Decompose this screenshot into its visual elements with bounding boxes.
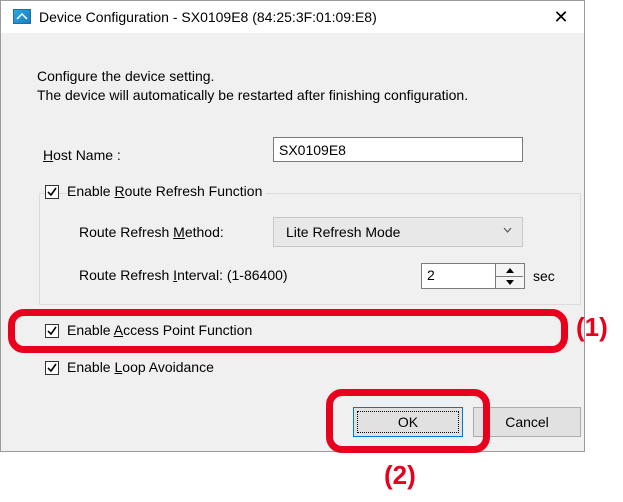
chevron-down-icon: [503, 225, 512, 236]
highlight-ok-button: [326, 389, 490, 453]
intro-line-2: The device will automatically be restart…: [37, 87, 469, 103]
close-icon: ✕: [553, 6, 569, 27]
route-refresh-method-value: Lite Refresh Mode: [286, 224, 401, 240]
intro-text: Configure the device setting. The device…: [37, 67, 468, 105]
route-refresh-interval-label: Route Refresh Interval: (1-86400): [79, 267, 288, 283]
enable-route-refresh-label[interactable]: Enable Route Refresh Function: [67, 183, 267, 199]
interval-unit-label: sec: [533, 268, 555, 284]
route-refresh-interval-spinner[interactable]: 2: [421, 263, 525, 289]
enable-loop-avoidance-label[interactable]: Enable Loop Avoidance: [67, 359, 214, 375]
route-refresh-interval-value[interactable]: 2: [427, 267, 435, 283]
checkmark-icon: [47, 363, 57, 373]
device-config-app-icon: [13, 9, 31, 24]
route-refresh-method-label: Route Refresh Method:: [79, 224, 224, 240]
host-name-label: Host Name :: [43, 147, 121, 163]
spin-down-icon[interactable]: [496, 276, 523, 288]
cancel-button-label: Cancel: [505, 414, 549, 430]
route-refresh-method-select[interactable]: Lite Refresh Mode: [273, 217, 523, 247]
close-button[interactable]: ✕: [538, 1, 584, 33]
callout-1-label: (1): [576, 312, 608, 342]
device-configuration-dialog: Device Configuration - SX0109E8 (84:25:3…: [0, 0, 585, 452]
enable-loop-avoidance-checkbox[interactable]: [45, 361, 59, 375]
callout-2-label: (2): [384, 460, 416, 490]
spinner-buttons: [495, 264, 524, 288]
title-bar[interactable]: Device Configuration - SX0109E8 (84:25:3…: [1, 1, 584, 33]
checkmark-icon: [47, 187, 57, 197]
highlight-access-point: [8, 309, 568, 353]
intro-line-1: Configure the device setting.: [37, 68, 215, 84]
enable-route-refresh-checkbox[interactable]: [45, 185, 59, 199]
window-title: Device Configuration - SX0109E8 (84:25:3…: [39, 9, 377, 25]
host-name-input[interactable]: [273, 137, 523, 162]
